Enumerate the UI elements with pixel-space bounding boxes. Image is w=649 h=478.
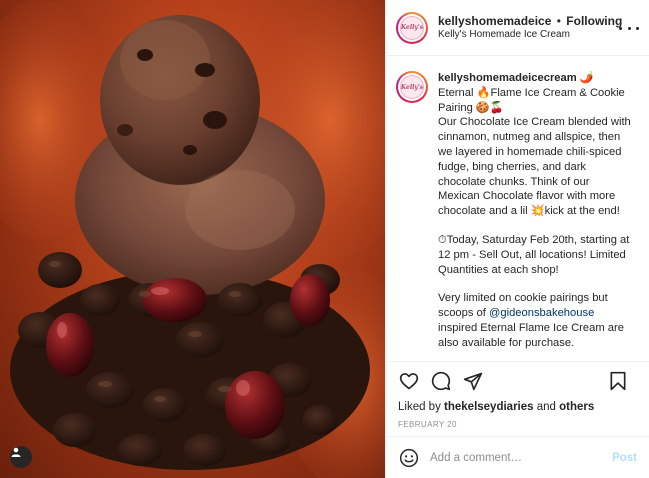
liked-by-user[interactable]: thekelseydiaries	[444, 401, 534, 413]
emoji-icon[interactable]	[398, 447, 420, 469]
ice-cream-image	[0, 0, 385, 478]
caption-availability: ⏱Today, Saturday Feb 20th, starting at 1…	[438, 233, 630, 276]
caption-area: Kelly's kellyshomemadeicecream 🌶️ Eterna…	[386, 57, 649, 361]
user-tag-icon[interactable]	[10, 446, 32, 468]
caption-description: Our Chocolate Ice Cream blended with cin…	[438, 116, 631, 218]
bookmark-icon[interactable]	[607, 370, 629, 392]
share-icon[interactable]	[462, 370, 484, 392]
more-options-icon[interactable]	[619, 20, 639, 36]
post-panel: Kelly's kellyshomemadeice • Following Ke…	[385, 0, 649, 478]
caption-avatar[interactable]: Kelly's	[396, 71, 428, 103]
following-button[interactable]: Following	[566, 14, 622, 28]
header-location[interactable]: Kelly's Homemade Ice Cream	[438, 29, 622, 42]
likes-others-link[interactable]: others	[559, 401, 594, 413]
caption-text: kellyshomemadeicecream 🌶️ Eternal 🔥Flame…	[438, 71, 634, 361]
header-text: kellyshomemadeice • Following Kelly's Ho…	[438, 14, 622, 42]
header-separator: •	[556, 13, 561, 28]
comment-input[interactable]	[430, 451, 613, 464]
account-logo: Kelly's	[400, 15, 424, 40]
post-photo[interactable]	[0, 0, 385, 478]
actions-section: Liked by thekelseydiaries and others FEB…	[386, 361, 649, 429]
heart-icon[interactable]	[398, 370, 420, 392]
comment-icon[interactable]	[430, 370, 452, 392]
action-bar	[386, 362, 649, 400]
post-header: Kelly's kellyshomemadeice • Following Ke…	[386, 0, 649, 56]
header-username[interactable]: kellyshomemadeice	[438, 14, 551, 28]
caption-logo: Kelly's	[400, 75, 424, 99]
post-date[interactable]: FEBRUARY 20	[386, 420, 649, 429]
caption-username[interactable]: kellyshomemadeicecream	[438, 72, 577, 84]
account-avatar[interactable]: Kelly's	[396, 11, 428, 44]
mention-link[interactable]: @gideonsbakehouse	[489, 307, 594, 319]
caption-title: Eternal 🔥Flame Ice Cream & Cookie Pairin…	[438, 86, 625, 114]
likes-prefix: Liked by	[398, 401, 445, 413]
caption-username-emoji: 🌶️	[579, 72, 594, 84]
likes-line: Liked by thekelseydiaries and others	[386, 400, 649, 414]
likes-and: and	[533, 401, 560, 413]
comment-bar: Post	[386, 436, 649, 478]
caption-pairing-end: inspired Eternal Flame Ice Cream are als…	[438, 321, 624, 349]
caption-pairing: Very limited on cookie pairings but scoo…	[438, 291, 634, 350]
post-comment-button[interactable]: Post	[612, 452, 637, 464]
